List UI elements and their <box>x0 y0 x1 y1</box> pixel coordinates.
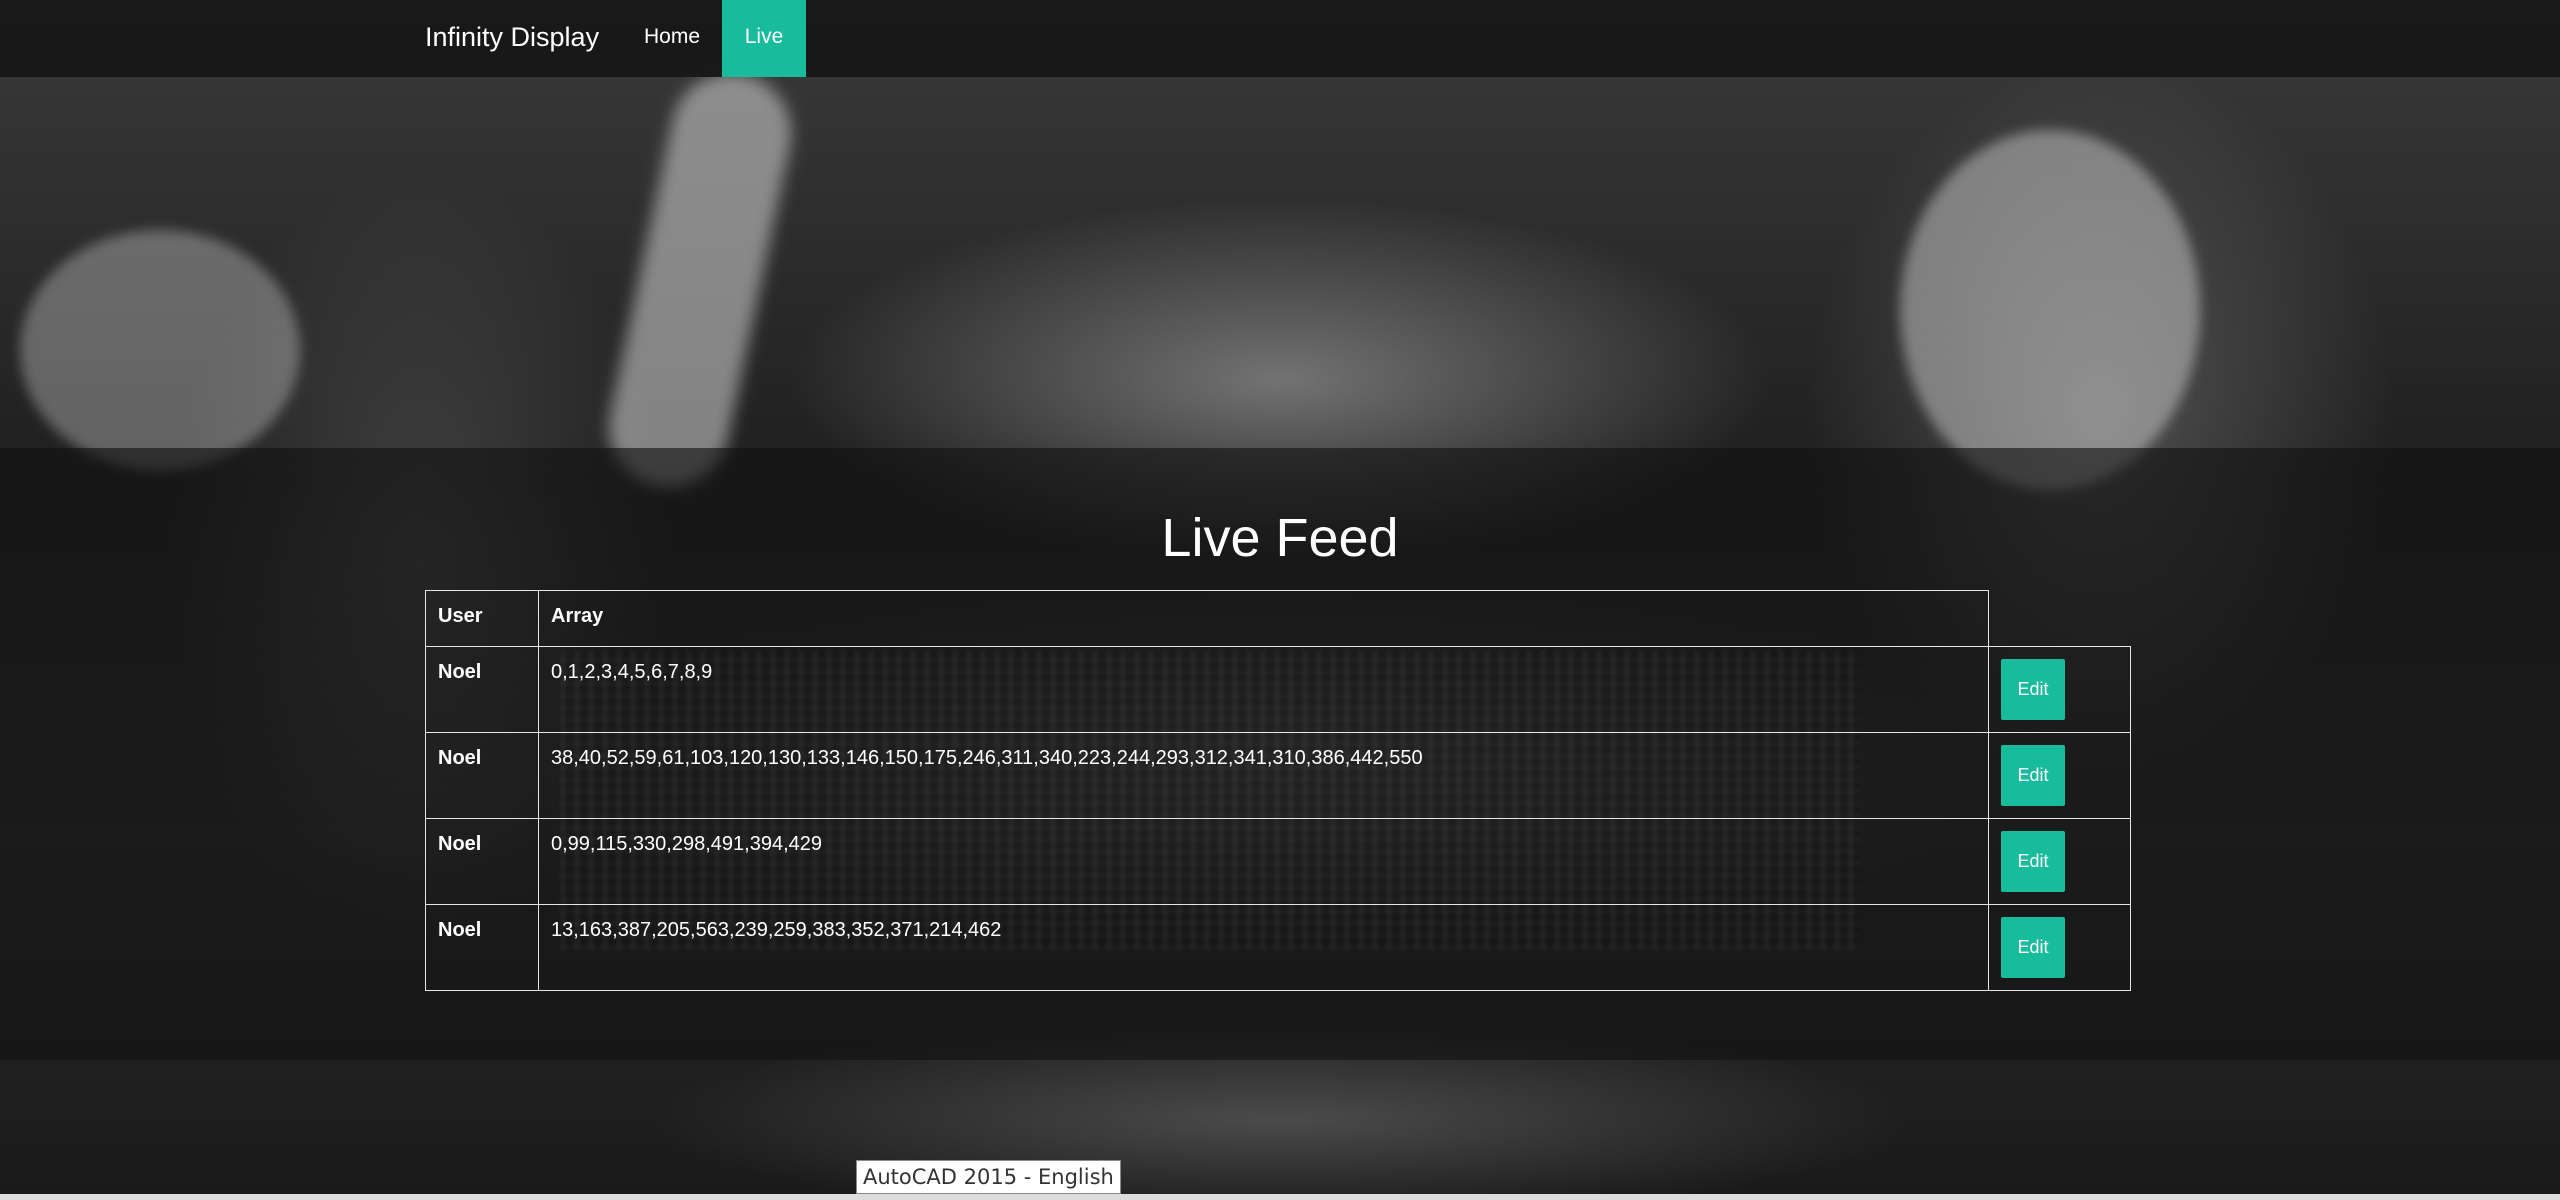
navbar: Infinity Display Home Live <box>0 0 2560 77</box>
user-cell: Noel <box>425 904 539 991</box>
user-cell: Noel <box>425 646 539 733</box>
tooltip: AutoCAD 2015 - English <box>856 1160 1121 1194</box>
header-array: Array <box>538 590 1989 647</box>
edit-button[interactable]: Edit <box>2001 831 2065 892</box>
table-header-row: User Array <box>425 590 2131 647</box>
table-row: Noel 13,163,387,205,563,239,259,383,352,… <box>425 904 2131 991</box>
array-cell: 38,40,52,59,61,103,120,130,133,146,150,1… <box>538 732 1989 819</box>
array-cell: 0,1,2,3,4,5,6,7,8,9 <box>538 646 1989 733</box>
nav-live-link[interactable]: Live <box>722 0 806 77</box>
nav-home-link[interactable]: Home <box>625 0 719 77</box>
user-cell: Noel <box>425 732 539 819</box>
head-left-shape <box>20 230 300 470</box>
taskbar-edge <box>0 1194 2560 1200</box>
action-cell: Edit <box>1988 818 2131 905</box>
table-row: Noel 0,99,115,330,298,491,394,429 Edit <box>425 818 2131 905</box>
array-cell: 13,163,387,205,563,239,259,383,352,371,2… <box>538 904 1989 991</box>
page-title: Live Feed <box>1161 508 1399 568</box>
action-cell: Edit <box>1988 904 2131 991</box>
user-cell: Noel <box>425 818 539 905</box>
table-row: Noel 38,40,52,59,61,103,120,130,133,146,… <box>425 732 2131 819</box>
head-right-shape <box>1900 130 2200 490</box>
edit-button[interactable]: Edit <box>2001 917 2065 978</box>
edit-button[interactable]: Edit <box>2001 659 2065 720</box>
edit-button[interactable]: Edit <box>2001 745 2065 806</box>
array-cell: 0,99,115,330,298,491,394,429 <box>538 818 1989 905</box>
header-action <box>1988 590 2131 647</box>
table-row: Noel 0,1,2,3,4,5,6,7,8,9 Edit <box>425 646 2131 733</box>
page: Infinity Display Home Live Live Feed Use… <box>0 0 2560 1200</box>
action-cell: Edit <box>1988 732 2131 819</box>
live-feed-table: User Array Noel 0,1,2,3,4,5,6,7,8,9 Edit… <box>425 590 2131 991</box>
action-cell: Edit <box>1988 646 2131 733</box>
brand-link[interactable]: Infinity Display <box>425 22 599 52</box>
header-user: User <box>425 590 539 647</box>
